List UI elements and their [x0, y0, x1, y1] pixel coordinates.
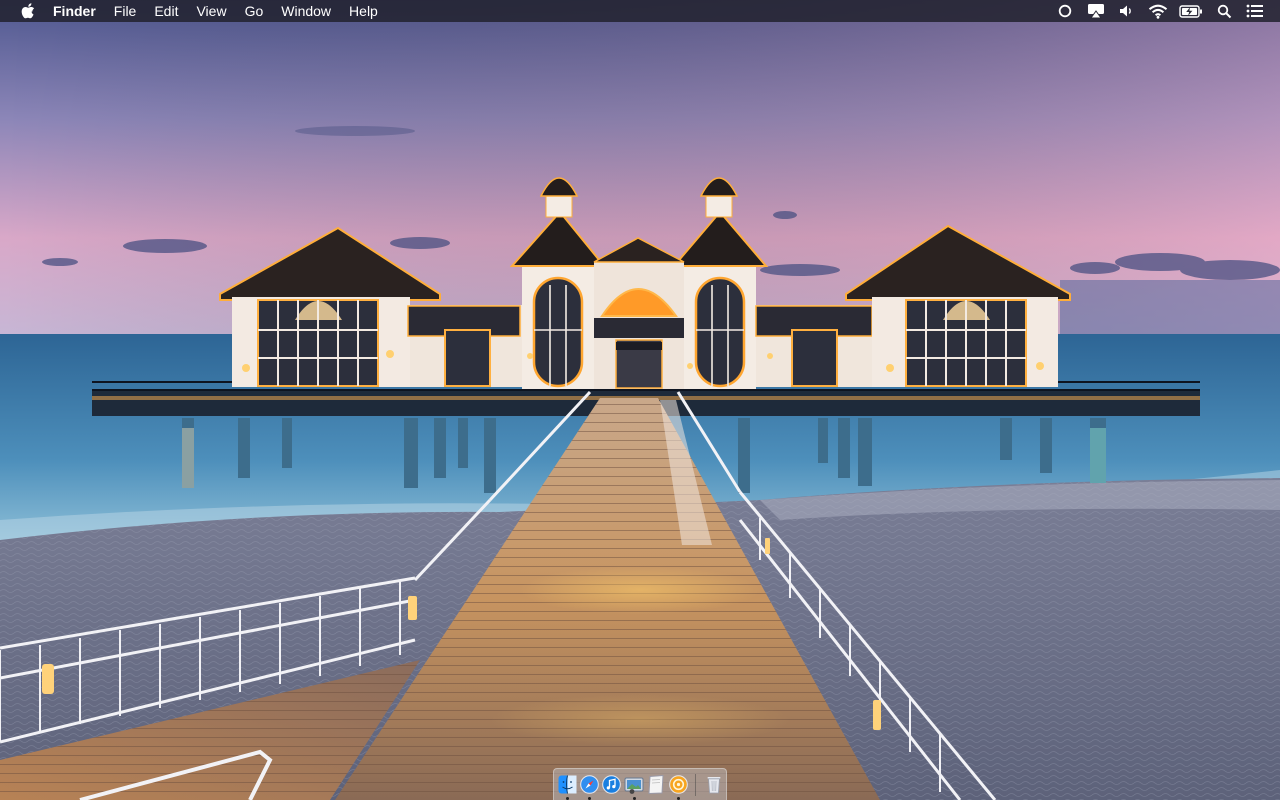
- preview-icon[interactable]: [624, 774, 644, 800]
- battery-charging-icon[interactable]: [1178, 0, 1204, 22]
- wifi-icon[interactable]: [1147, 0, 1169, 22]
- safari-icon[interactable]: [580, 774, 599, 800]
- dock: [553, 768, 727, 800]
- notification-center-icon[interactable]: [1244, 0, 1266, 22]
- finder-icon[interactable]: [558, 774, 577, 800]
- menu-edit[interactable]: Edit: [145, 0, 187, 22]
- trash-icon[interactable]: [704, 774, 723, 796]
- menu-app-finder[interactable]: Finder: [53, 0, 105, 22]
- airplay-icon[interactable]: [1085, 0, 1107, 22]
- spotlight-search-icon[interactable]: [1213, 0, 1235, 22]
- circle-status-icon[interactable]: [1054, 0, 1076, 22]
- menu-help[interactable]: Help: [340, 0, 387, 22]
- menu-view[interactable]: View: [187, 0, 235, 22]
- itunes-icon[interactable]: [602, 774, 621, 796]
- document-icon[interactable]: [647, 774, 666, 796]
- volume-icon[interactable]: [1116, 0, 1138, 22]
- orange-app-icon[interactable]: [668, 774, 688, 800]
- apple-icon[interactable]: [19, 0, 37, 22]
- desktop-wallpaper: [0, 0, 1280, 800]
- dock-separator: [694, 773, 696, 796]
- menu-bar: Finder File Edit View Go Window Help: [0, 0, 1280, 22]
- menu-go[interactable]: Go: [236, 0, 273, 22]
- menu-window[interactable]: Window: [272, 0, 340, 22]
- menu-file[interactable]: File: [105, 0, 146, 22]
